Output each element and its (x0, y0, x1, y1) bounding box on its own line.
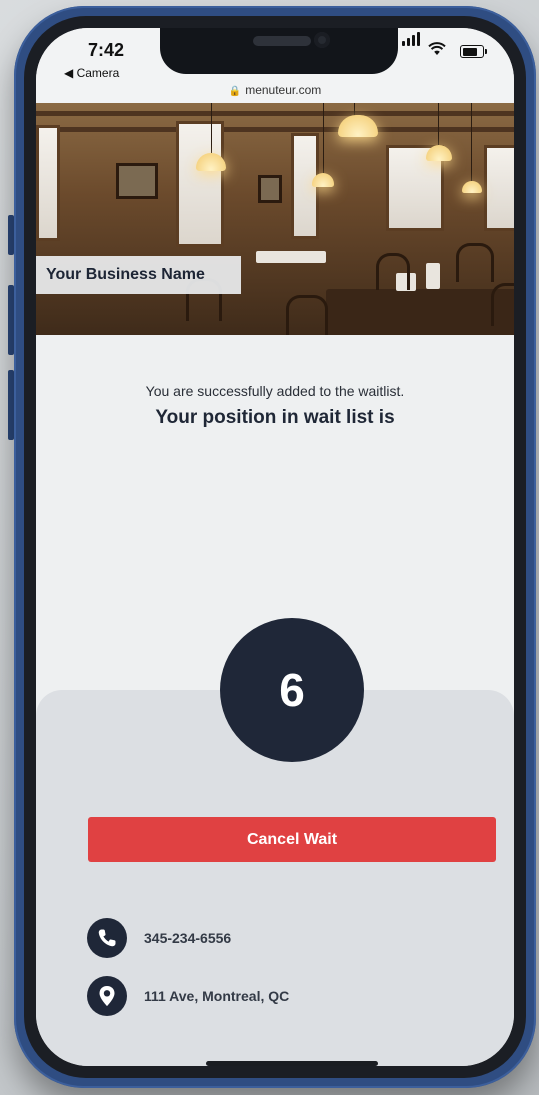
status-time: 7:42 (88, 40, 125, 60)
window (36, 125, 60, 241)
cancel-wait-button[interactable]: Cancel Wait (88, 817, 496, 862)
pendant-lamp (338, 115, 378, 137)
back-to-camera-link[interactable]: ◀ Camera (64, 66, 119, 80)
table-setting (426, 263, 440, 289)
wifi-icon (428, 42, 446, 61)
waitlist-position-label: Your position in wait list is (155, 407, 395, 428)
notch (160, 28, 398, 74)
chair (286, 295, 328, 335)
ceiling-beam (36, 127, 514, 132)
speaker (253, 36, 311, 46)
waitlist-position-number: 6 (220, 618, 364, 762)
window (176, 121, 224, 247)
status-bar: 7:42 ◀ Camera 🔒 menuteur.com (36, 28, 514, 103)
phone-icon[interactable] (87, 918, 127, 958)
home-indicator[interactable] (206, 1061, 378, 1066)
address-text[interactable]: 111 Ave, Montreal, QC (144, 988, 289, 1004)
window (484, 145, 514, 231)
chair (456, 243, 494, 282)
lock-icon: 🔒 (228, 86, 242, 97)
url-text: menuteur.com (245, 83, 322, 97)
chair (376, 253, 410, 290)
phone-number[interactable]: 345-234-6556 (144, 930, 231, 946)
table-cloth (256, 251, 326, 263)
hero-restaurant-image: Your Business Name (36, 103, 514, 335)
battery-icon (460, 45, 487, 58)
dining-table (326, 289, 514, 335)
phone-frame: 7:42 ◀ Camera 🔒 menuteur.com Your Busine… (14, 6, 536, 1088)
chair (491, 283, 514, 326)
waitlist-confirmation-text: You are successfully added to the waitli… (145, 383, 405, 399)
pendant-lamp (312, 173, 334, 187)
phone-screen: 7:42 ◀ Camera 🔒 menuteur.com Your Busine… (36, 28, 514, 1066)
wall-picture (116, 163, 158, 199)
ceiling-beam (36, 111, 514, 116)
location-pin-icon[interactable] (87, 976, 127, 1016)
url-bar[interactable]: 🔒 menuteur.com (36, 83, 514, 97)
pendant-lamp (462, 181, 482, 193)
front-camera (314, 32, 330, 48)
wall-picture (258, 175, 282, 203)
pendant-lamp (426, 145, 452, 161)
phone-bezel: 7:42 ◀ Camera 🔒 menuteur.com Your Busine… (24, 16, 526, 1078)
business-name: Your Business Name (36, 256, 241, 294)
